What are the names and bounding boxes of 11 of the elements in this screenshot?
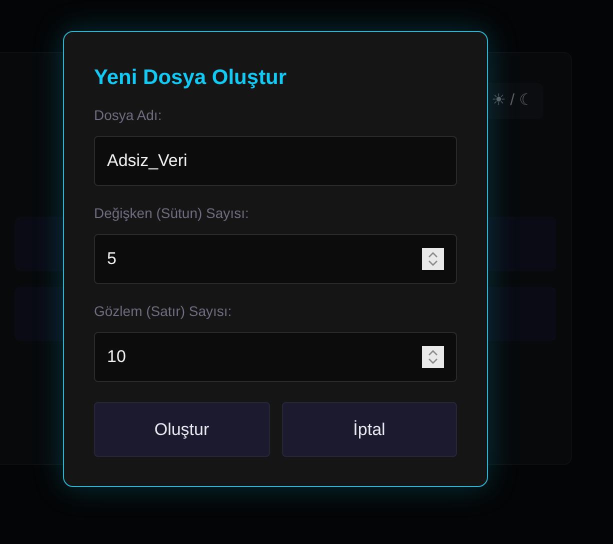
number-field[interactable]: 5 xyxy=(94,234,457,284)
create-button[interactable]: Oluştur xyxy=(94,402,270,457)
spinner-icon[interactable] xyxy=(422,248,444,270)
text-field[interactable]: Adsiz_Veri xyxy=(94,136,457,186)
field-label: Dosya Adı: xyxy=(94,106,163,124)
spinner-icon[interactable] xyxy=(422,346,444,368)
field-label: Değişken (Sütun) Sayısı: xyxy=(94,204,250,222)
cancel-button[interactable]: İptal xyxy=(282,402,457,457)
dialog-title: Yeni Dosya Oluştur xyxy=(94,65,288,91)
field-label: Gözlem (Satır) Sayısı: xyxy=(94,302,233,320)
number-field[interactable]: 10 xyxy=(94,332,457,382)
